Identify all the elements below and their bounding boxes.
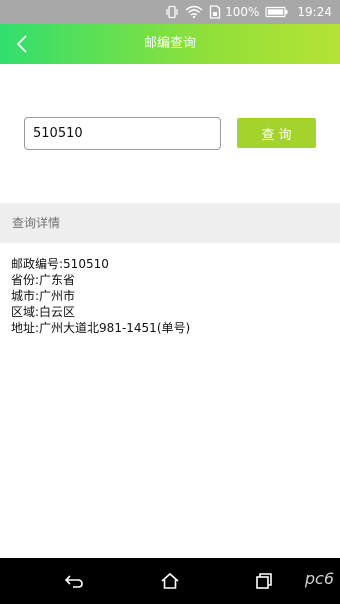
home-icon	[160, 572, 180, 590]
wifi-icon	[185, 5, 203, 19]
vibrate-icon	[165, 5, 179, 19]
recents-icon	[255, 572, 273, 590]
detail-city: 城市:广州市	[11, 289, 76, 303]
detail-province: 省份:广东省	[11, 273, 76, 287]
battery-percent: 100%	[225, 5, 260, 19]
search-button[interactable]: 查询	[237, 118, 316, 148]
detail-address: 地址:广州大道北981-1451(单号)	[11, 321, 191, 335]
details-header: 查询详情	[0, 203, 340, 243]
navigation-bar: pc6	[0, 558, 340, 604]
nav-home-button[interactable]	[158, 569, 182, 593]
postcode-input[interactable]	[24, 117, 221, 150]
watermark: pc6	[304, 569, 334, 588]
status-bar: 100% 19:24	[0, 0, 340, 24]
status-time: 19:24	[297, 5, 332, 19]
nav-recents-button[interactable]	[252, 569, 276, 593]
nav-back-button[interactable]	[62, 569, 86, 593]
back-icon	[64, 573, 84, 589]
detail-postcode: 邮政编号:510510	[11, 257, 109, 271]
battery-icon	[265, 6, 289, 18]
app-bar: 邮编查询	[0, 24, 340, 64]
page-title: 邮编查询	[143, 36, 196, 51]
sim-icon	[209, 5, 221, 19]
detail-district: 区域:白云区	[11, 305, 76, 319]
details-list: 邮政编号:510510 省份:广东省 城市:广州市 区域:白云区 地址:广州大道…	[11, 256, 331, 336]
